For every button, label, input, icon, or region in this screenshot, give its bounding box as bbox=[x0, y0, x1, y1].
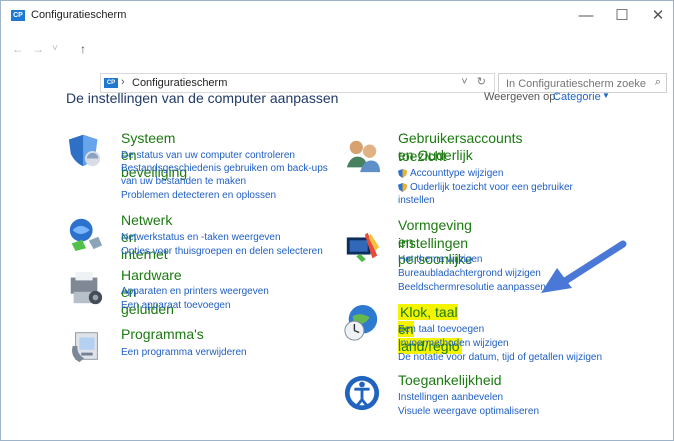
up-button[interactable]: ↑ bbox=[80, 42, 86, 56]
admin-shield-icon bbox=[398, 168, 407, 178]
address-chevron-down-icon[interactable]: ˅ bbox=[461, 76, 467, 88]
link-check-computer-status[interactable]: De status van uw computer controleren bbox=[121, 150, 295, 162]
search-icon[interactable]: ⌕ bbox=[655, 76, 661, 89]
link-desktop-background[interactable]: Bureaubladachtergrond wijzigen bbox=[398, 268, 541, 280]
link-change-input-methods[interactable]: Invoermethoden wijzigen bbox=[398, 338, 509, 350]
link-file-history-continued[interactable]: van uw bestanden te maken bbox=[121, 176, 246, 188]
security-shield-icon bbox=[68, 134, 101, 167]
link-troubleshoot[interactable]: Problemen detecteren en oplossen bbox=[121, 190, 276, 202]
view-by-label: Weergeven op: bbox=[484, 91, 559, 103]
link-homegroup-sharing[interactable]: Opties voor thuisgroepen en delen select… bbox=[121, 246, 323, 258]
minimize-button[interactable]: — bbox=[568, 1, 604, 31]
hardware-printer-icon bbox=[70, 271, 103, 305]
link-add-language[interactable]: Een taal toevoegen bbox=[398, 324, 484, 336]
forward-button[interactable]: → bbox=[32, 42, 44, 56]
link-recommend-settings[interactable]: Instellingen aanbevelen bbox=[398, 392, 503, 404]
category-title-programs[interactable]: Programma's bbox=[121, 326, 204, 343]
close-button[interactable]: ✕ bbox=[640, 1, 674, 31]
appearance-icon bbox=[346, 232, 380, 263]
link-add-device[interactable]: Een apparaat toevoegen bbox=[121, 300, 231, 312]
title-bar: CP Configuratiescherm — ☐ ✕ bbox=[1, 1, 673, 31]
address-actions: ˅ ↻ bbox=[461, 75, 486, 88]
link-file-history[interactable]: Bestandsgeschiedenis gebruiken om back-u… bbox=[121, 163, 328, 175]
category-title-user-accounts-continued[interactable]: toezicht bbox=[398, 148, 446, 165]
view-by-chevron-down-icon[interactable]: ▼ bbox=[602, 91, 610, 100]
network-icon bbox=[69, 218, 103, 252]
control-panel-app-icon: CP bbox=[11, 10, 25, 21]
link-network-status[interactable]: Netwerkstatus en -taken weergeven bbox=[121, 232, 281, 244]
link-change-account-type-label: Accounttype wijzigen bbox=[410, 168, 504, 179]
link-change-account-type[interactable]: Accounttype wijzigen bbox=[398, 168, 503, 180]
link-optimize-visual-display[interactable]: Visuele weergave optimaliseren bbox=[398, 406, 539, 418]
search-box[interactable]: ⌕ bbox=[498, 73, 667, 93]
control-panel-window: CP Configuratiescherm — ☐ ✕ ← → ˅ ↑ CP ›… bbox=[0, 0, 674, 441]
category-title-accessibility[interactable]: Toegankelijkheid bbox=[398, 372, 502, 389]
recent-locations-chevron-down-icon[interactable]: ˅ bbox=[52, 43, 58, 54]
programs-icon bbox=[72, 332, 98, 363]
window-title: Configuratiescherm bbox=[31, 9, 127, 21]
category-title-appearance-continued[interactable]: instellingen bbox=[398, 235, 468, 252]
address-path[interactable]: Configuratiescherm bbox=[132, 77, 227, 89]
link-change-theme[interactable]: Het thema wijzigen bbox=[398, 254, 482, 266]
link-parental-controls-continued[interactable]: instellen bbox=[398, 195, 435, 207]
page-title: De instellingen van de computer aanpasse… bbox=[66, 90, 339, 106]
link-parental-controls-label: Ouderlijk toezicht voor een gebruiker bbox=[410, 182, 573, 193]
link-uninstall-program[interactable]: Een programma verwijderen bbox=[121, 347, 247, 359]
link-devices-printers[interactable]: Apparaten en printers weergeven bbox=[121, 286, 269, 298]
navigation-bar: ← → ˅ ↑ CP › Configuratiescherm ˅ ↻ ⌕ bbox=[1, 32, 673, 93]
back-button[interactable]: ← bbox=[12, 42, 24, 56]
search-input[interactable] bbox=[504, 76, 648, 92]
clock-globe-icon bbox=[344, 304, 378, 341]
link-parental-controls[interactable]: Ouderlijk toezicht voor een gebruiker bbox=[398, 182, 573, 194]
accessibility-icon bbox=[344, 375, 380, 411]
admin-shield-icon bbox=[398, 182, 407, 192]
view-by-dropdown[interactable]: Categorie bbox=[553, 91, 601, 103]
address-separator: › bbox=[121, 76, 125, 88]
refresh-icon[interactable]: ↻ bbox=[477, 76, 486, 88]
link-date-time-format[interactable]: De notatie voor datum, tijd of getallen … bbox=[398, 352, 602, 364]
link-display-resolution[interactable]: Beeldschermresolutie aanpassen bbox=[398, 282, 546, 294]
users-icon bbox=[346, 140, 381, 173]
annotation-arrow bbox=[541, 240, 627, 293]
maximize-button[interactable]: ☐ bbox=[604, 1, 640, 31]
address-control-panel-icon: CP bbox=[104, 78, 118, 88]
